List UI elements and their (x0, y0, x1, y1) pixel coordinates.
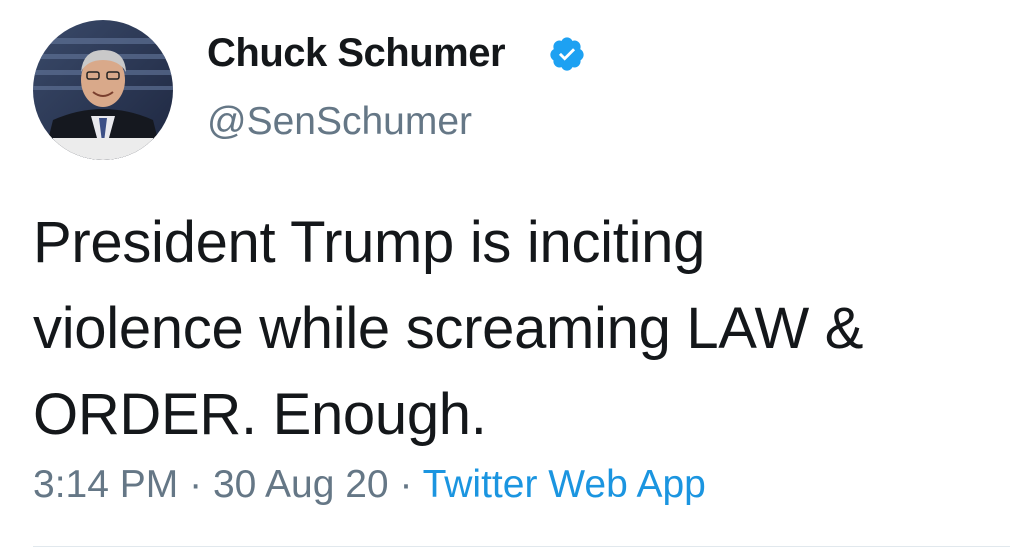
verified-badge-icon (550, 37, 584, 71)
tweet-text: President Trump is inciting violence whi… (33, 200, 993, 458)
avatar-photo (33, 20, 173, 160)
tweet-text-line: President Trump is inciting (33, 210, 706, 275)
divider (33, 546, 1010, 547)
author-handle[interactable]: @SenSchumer (207, 99, 472, 145)
tweet-card: Chuck Schumer @SenSchumer President Trum… (0, 0, 1010, 548)
tweet-metadata: 3:14 PM · 30 Aug 20 · Twitter Web App (33, 462, 706, 508)
tweet-text-line: violence while screaming LAW & (33, 296, 864, 361)
author-display-name[interactable]: Chuck Schumer (207, 30, 506, 76)
meta-separator: · (189, 463, 203, 506)
meta-separator: · (399, 463, 413, 506)
avatar[interactable] (33, 20, 173, 160)
tweet-text-line: ORDER. Enough. (33, 382, 487, 447)
tweet-time[interactable]: 3:14 PM (33, 463, 178, 506)
tweet-date[interactable]: 30 Aug 20 (213, 463, 389, 506)
tweet-source-link[interactable]: Twitter Web App (423, 463, 706, 506)
